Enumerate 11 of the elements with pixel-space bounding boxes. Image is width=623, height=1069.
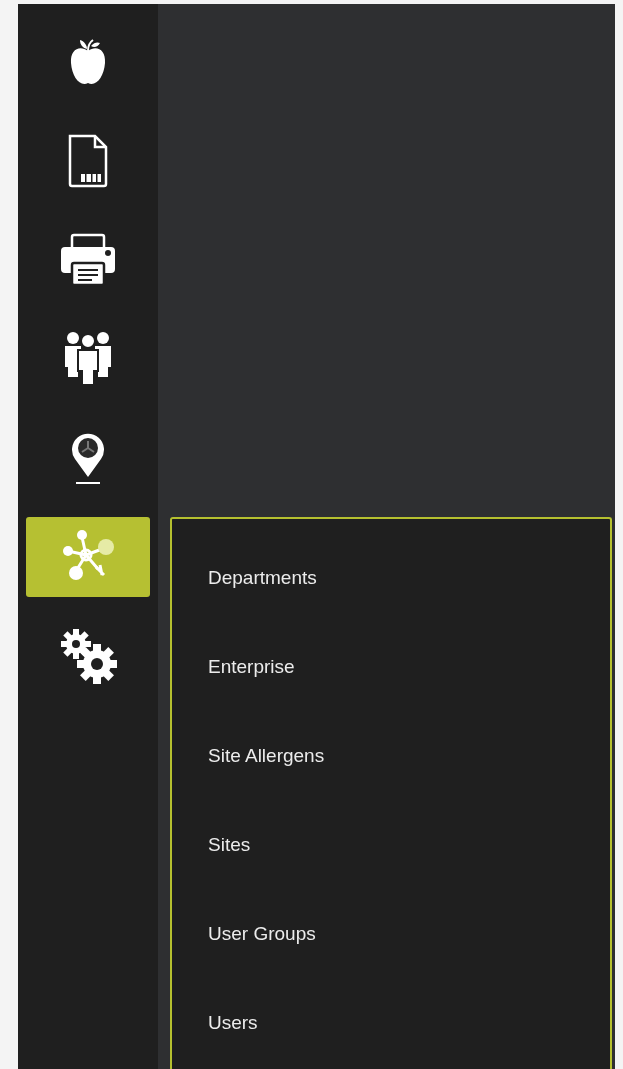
printer-icon xyxy=(60,232,116,287)
menu-item[interactable]: Sites xyxy=(208,800,251,889)
menu-item[interactable]: User Groups xyxy=(208,889,316,978)
menu-item[interactable]: Departments xyxy=(208,533,317,622)
document-icon xyxy=(67,132,109,189)
menu-item[interactable]: Users xyxy=(208,978,258,1067)
menu-item[interactable]: Enterprise xyxy=(208,622,295,711)
menu-item[interactable]: Site Allergens xyxy=(208,711,325,800)
people-icon xyxy=(64,330,112,387)
apple-icon xyxy=(70,36,106,87)
gears-icon xyxy=(59,627,117,684)
